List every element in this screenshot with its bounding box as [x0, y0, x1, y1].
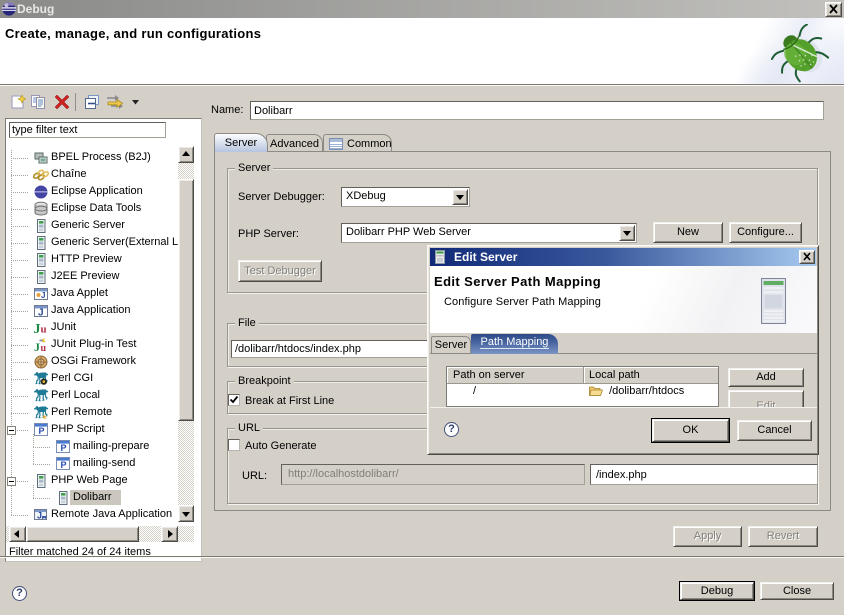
svg-text:J: J — [37, 511, 42, 521]
svg-text:J: J — [34, 322, 41, 336]
svg-text:J: J — [34, 340, 40, 353]
svg-text:J: J — [41, 291, 45, 300]
svg-text:J: J — [38, 308, 44, 319]
svg-text:u: u — [41, 343, 47, 353]
svg-text:P: P — [61, 460, 67, 470]
svg-text:P: P — [39, 426, 45, 436]
svg-text:P: P — [61, 443, 67, 453]
svg-text:u: u — [41, 324, 47, 336]
